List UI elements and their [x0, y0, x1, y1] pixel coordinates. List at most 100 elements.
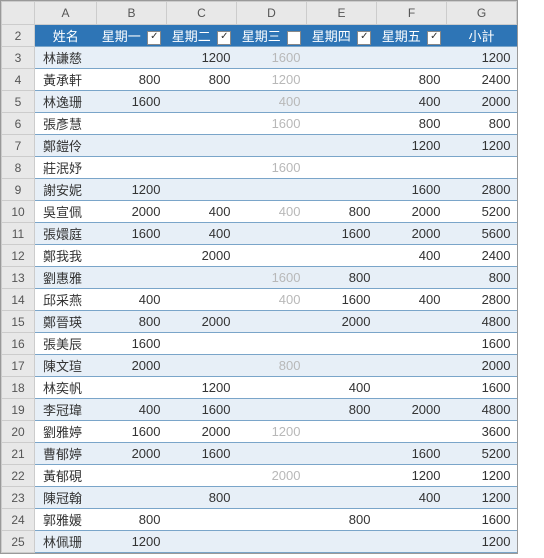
cell-day-4[interactable]: 800: [377, 113, 447, 135]
cell-day-4[interactable]: 1600: [377, 179, 447, 201]
cell-total[interactable]: 3600: [447, 421, 517, 443]
row-6[interactable]: 6: [2, 113, 35, 135]
cell-total[interactable]: 2400: [447, 69, 517, 91]
cell-day-3[interactable]: [307, 333, 377, 355]
cell-day-2[interactable]: [237, 531, 307, 553]
row-20[interactable]: 20: [2, 421, 35, 443]
cell-day-0[interactable]: 400: [97, 289, 167, 311]
cell-day-3[interactable]: [307, 91, 377, 113]
header-day-3[interactable]: 星期四 ✓: [307, 25, 377, 47]
cell-day-3[interactable]: 800: [307, 267, 377, 289]
cell-total[interactable]: 4800: [447, 311, 517, 333]
cell-total[interactable]: 1200: [447, 47, 517, 69]
cell-day-0[interactable]: [97, 465, 167, 487]
cell-day-2[interactable]: 400: [237, 289, 307, 311]
cell-day-2[interactable]: [237, 245, 307, 267]
row-25[interactable]: 25: [2, 531, 35, 553]
cell-day-0[interactable]: 800: [97, 69, 167, 91]
cell-day-4[interactable]: [377, 157, 447, 179]
cell-name[interactable]: 莊泯妤: [35, 157, 97, 179]
cell-day-3[interactable]: [307, 113, 377, 135]
cell-day-3[interactable]: 2000: [307, 311, 377, 333]
cell-total[interactable]: 2000: [447, 355, 517, 377]
cell-day-2[interactable]: 1200: [237, 69, 307, 91]
cell-day-1[interactable]: 400: [167, 223, 237, 245]
col-A[interactable]: A: [35, 2, 97, 25]
row-10[interactable]: 10: [2, 201, 35, 223]
cell-name[interactable]: 林佩珊: [35, 531, 97, 553]
cell-name[interactable]: 黃郁硯: [35, 465, 97, 487]
cell-total[interactable]: 2800: [447, 289, 517, 311]
cell-day-2[interactable]: 400: [237, 201, 307, 223]
cell-total[interactable]: 2800: [447, 179, 517, 201]
cell-day-0[interactable]: [97, 487, 167, 509]
cell-day-2[interactable]: 800: [237, 355, 307, 377]
cell-day-1[interactable]: [167, 333, 237, 355]
cell-total[interactable]: 1200: [447, 487, 517, 509]
cell-name[interactable]: 黃承軒: [35, 69, 97, 91]
row-15[interactable]: 15: [2, 311, 35, 333]
cell-day-2[interactable]: [237, 135, 307, 157]
cell-day-4[interactable]: 400: [377, 289, 447, 311]
cell-day-1[interactable]: 2000: [167, 421, 237, 443]
cell-day-3[interactable]: [307, 487, 377, 509]
cell-day-4[interactable]: 1200: [377, 465, 447, 487]
spreadsheet-table[interactable]: A B C D E F G 2姓名星期一 ✓星期二 ✓星期三 星期四 ✓星期五 …: [1, 1, 517, 553]
row-12[interactable]: 12: [2, 245, 35, 267]
col-B[interactable]: B: [97, 2, 167, 25]
cell-name[interactable]: 邱采燕: [35, 289, 97, 311]
row-4[interactable]: 4: [2, 69, 35, 91]
header-day-4[interactable]: 星期五 ✓: [377, 25, 447, 47]
header-name[interactable]: 姓名: [35, 25, 97, 47]
cell-day-0[interactable]: 2000: [97, 201, 167, 223]
cell-name[interactable]: 鄭鎧伶: [35, 135, 97, 157]
cell-day-3[interactable]: [307, 135, 377, 157]
cell-day-4[interactable]: [377, 333, 447, 355]
row-22[interactable]: 22: [2, 465, 35, 487]
cell-day-4[interactable]: 400: [377, 91, 447, 113]
cell-day-0[interactable]: [97, 157, 167, 179]
cell-day-1[interactable]: [167, 91, 237, 113]
cell-day-0[interactable]: 1600: [97, 91, 167, 113]
cell-day-4[interactable]: 2000: [377, 223, 447, 245]
cell-day-0[interactable]: 1200: [97, 531, 167, 553]
checkbox-icon[interactable]: ✓: [427, 31, 441, 45]
cell-day-1[interactable]: [167, 267, 237, 289]
cell-day-0[interactable]: 1600: [97, 421, 167, 443]
cell-day-4[interactable]: 400: [377, 245, 447, 267]
row-17[interactable]: 17: [2, 355, 35, 377]
cell-day-0[interactable]: 1600: [97, 333, 167, 355]
row-24[interactable]: 24: [2, 509, 35, 531]
cell-day-4[interactable]: 1600: [377, 443, 447, 465]
cell-day-1[interactable]: [167, 289, 237, 311]
cell-day-2[interactable]: 1600: [237, 267, 307, 289]
cell-name[interactable]: 陳冠翰: [35, 487, 97, 509]
cell-day-0[interactable]: [97, 135, 167, 157]
cell-day-0[interactable]: 800: [97, 509, 167, 531]
cell-day-2[interactable]: 1600: [237, 113, 307, 135]
cell-day-1[interactable]: [167, 355, 237, 377]
cell-day-3[interactable]: [307, 355, 377, 377]
cell-day-3[interactable]: 800: [307, 201, 377, 223]
cell-day-0[interactable]: [97, 267, 167, 289]
checkbox-icon[interactable]: ✓: [217, 31, 231, 45]
cell-name[interactable]: 劉惠雅: [35, 267, 97, 289]
cell-day-1[interactable]: [167, 113, 237, 135]
cell-total[interactable]: 5200: [447, 443, 517, 465]
cell-day-1[interactable]: [167, 531, 237, 553]
cell-day-2[interactable]: 1600: [237, 47, 307, 69]
col-C[interactable]: C: [167, 2, 237, 25]
cell-day-0[interactable]: [97, 245, 167, 267]
cell-name[interactable]: 吳宣佩: [35, 201, 97, 223]
cell-name[interactable]: 劉雅婷: [35, 421, 97, 443]
cell-name[interactable]: 郭雅媛: [35, 509, 97, 531]
cell-name[interactable]: 曹郁婷: [35, 443, 97, 465]
cell-day-3[interactable]: [307, 421, 377, 443]
cell-day-2[interactable]: [237, 311, 307, 333]
cell-day-3[interactable]: [307, 531, 377, 553]
cell-day-2[interactable]: [237, 179, 307, 201]
corner-cell[interactable]: [2, 2, 35, 25]
cell-day-3[interactable]: [307, 69, 377, 91]
cell-day-4[interactable]: 1200: [377, 135, 447, 157]
cell-day-1[interactable]: [167, 509, 237, 531]
